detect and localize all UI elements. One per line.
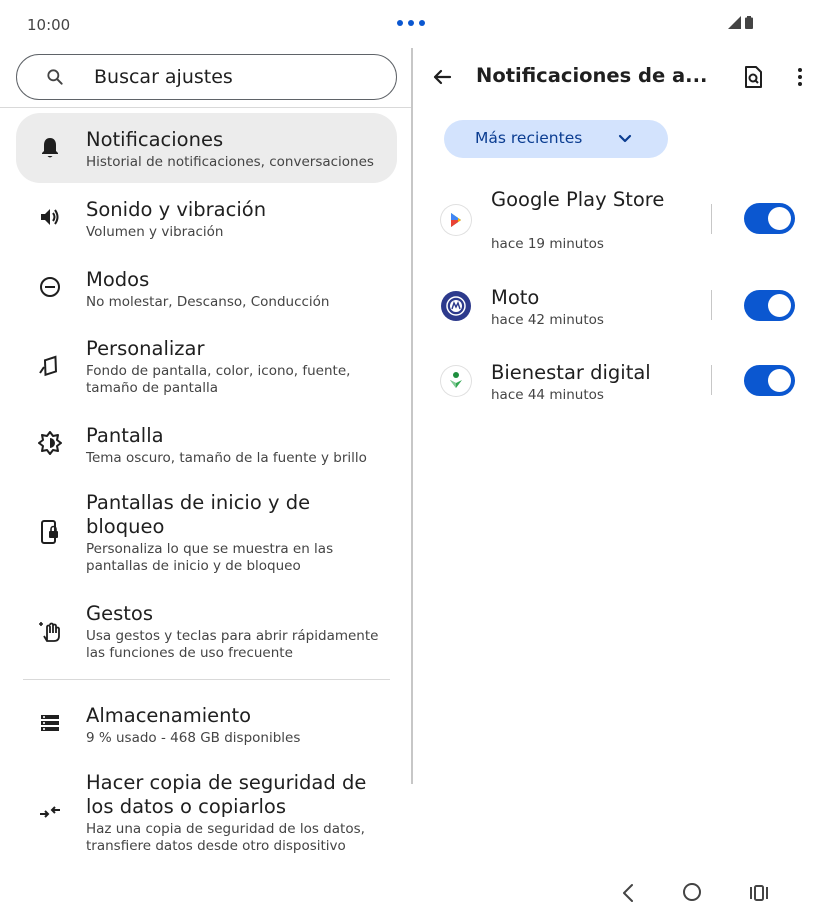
chevron-down-icon (618, 134, 632, 143)
item-title: Notificaciones (86, 128, 224, 151)
status-time: 10:00 (27, 16, 71, 34)
settings-item-personalizar[interactable]: Personalizar Fondo de pantalla, color, i… (16, 328, 397, 404)
bell-icon (38, 136, 62, 160)
item-title: Pantalla (86, 424, 164, 447)
settings-item-sonido[interactable]: Sonido y vibración Volumen y vibración (16, 188, 397, 248)
moto-icon (441, 291, 471, 321)
nav-back-icon[interactable] (618, 882, 638, 904)
item-title: Sonido y vibración (86, 198, 267, 221)
search-icon (47, 69, 63, 85)
battery-icon (745, 16, 753, 29)
app-row-bienestar-digital[interactable]: Bienestar digital hace 44 minutos (413, 361, 826, 411)
row-separator (711, 204, 712, 234)
notification-toggle[interactable] (744, 290, 795, 321)
search-bar[interactable]: Buscar ajustes (16, 54, 397, 100)
notification-toggle[interactable] (744, 203, 795, 234)
filter-label: Más recientes (475, 129, 583, 147)
hand-gesture-icon (38, 619, 62, 643)
item-subtitle: Historial de notificaciones, conversacio… (86, 154, 374, 170)
item-title: Hacer copia de seguridad de los datos o … (86, 771, 367, 818)
item-subtitle: Fondo de pantalla, color, icono, fuente,… (86, 363, 351, 396)
app-last-notification-time: hace 42 minutos (491, 312, 604, 328)
back-arrow-icon[interactable] (430, 65, 454, 89)
app-name: Moto (491, 286, 540, 309)
item-title: Almacenamiento (86, 704, 252, 727)
storage-icon (38, 711, 62, 735)
find-in-page-icon[interactable] (741, 65, 765, 89)
transfer-arrows-icon (38, 800, 62, 824)
notification-toggle[interactable] (744, 365, 795, 396)
item-title: Modos (86, 268, 150, 291)
app-name: Bienestar digital (491, 361, 651, 384)
section-divider (23, 679, 390, 680)
google-play-icon (441, 205, 471, 235)
nav-home-icon[interactable] (683, 883, 701, 901)
settings-list-pane: Buscar ajustes Notificaciones Historial … (0, 48, 411, 878)
app-last-notification-time: hace 44 minutos (491, 387, 604, 403)
settings-item-pantalla[interactable]: Pantalla Tema oscuro, tamaño de la fuent… (16, 414, 397, 474)
settings-item-pantallas-inicio[interactable]: Pantallas de inicio y de bloqueo Persona… (16, 482, 397, 582)
divider (0, 107, 411, 108)
search-input[interactable]: Buscar ajustes (94, 66, 233, 88)
minus-circle-icon (38, 275, 62, 299)
settings-item-notificaciones[interactable]: Notificaciones Historial de notificacion… (16, 113, 397, 183)
signal-icon (728, 16, 741, 29)
item-subtitle: Personaliza lo que se muestra en las pan… (86, 541, 334, 574)
app-name: Google Play Store (491, 188, 665, 211)
phone-lock-icon (38, 520, 62, 544)
item-subtitle: 9 % usado - 468 GB disponibles (86, 730, 301, 746)
more-options-icon[interactable] (788, 65, 812, 89)
item-subtitle: No molestar, Descanso, Conducción (86, 294, 330, 310)
page-title: Notificaciones de a... (476, 64, 708, 87)
app-row-google-play[interactable]: Google Play Store hace 19 minutos (413, 186, 826, 256)
item-subtitle: Volumen y vibración (86, 224, 224, 240)
item-title: Pantallas de inicio y de bloqueo (86, 491, 311, 538)
notification-detail-pane: Notificaciones de a... Más recientes Goo… (413, 48, 826, 878)
palette-brush-icon (38, 354, 62, 378)
item-title: Gestos (86, 602, 154, 625)
navigation-bar (600, 878, 800, 908)
brightness-icon (38, 431, 62, 455)
nav-recents-icon[interactable] (749, 883, 769, 903)
speaker-icon (38, 205, 62, 229)
settings-item-gestos[interactable]: Gestos Usa gestos y teclas para abrir rá… (16, 593, 397, 669)
status-icons (728, 16, 753, 29)
item-title: Personalizar (86, 337, 205, 360)
item-subtitle: Tema oscuro, tamaño de la fuente y brill… (86, 450, 367, 466)
row-separator (711, 365, 712, 395)
item-subtitle: Usa gestos y teclas para abrir rápidamen… (86, 628, 379, 661)
app-row-moto[interactable]: Moto hace 42 minutos (413, 286, 826, 336)
overflow-dots-icon (397, 20, 425, 26)
row-separator (711, 290, 712, 320)
status-bar: 10:00 (0, 0, 826, 48)
settings-item-copia-seguridad[interactable]: Hacer copia de seguridad de los datos o … (16, 762, 397, 862)
settings-item-modos[interactable]: Modos No molestar, Descanso, Conducción (16, 258, 397, 318)
settings-item-almacenamiento[interactable]: Almacenamiento 9 % usado - 468 GB dispon… (16, 694, 397, 754)
sort-filter-chip[interactable]: Más recientes (444, 120, 668, 158)
app-last-notification-time: hace 19 minutos (491, 236, 604, 252)
item-subtitle: Haz una copia de seguridad de los datos,… (86, 821, 365, 854)
digital-wellbeing-icon (441, 366, 471, 396)
